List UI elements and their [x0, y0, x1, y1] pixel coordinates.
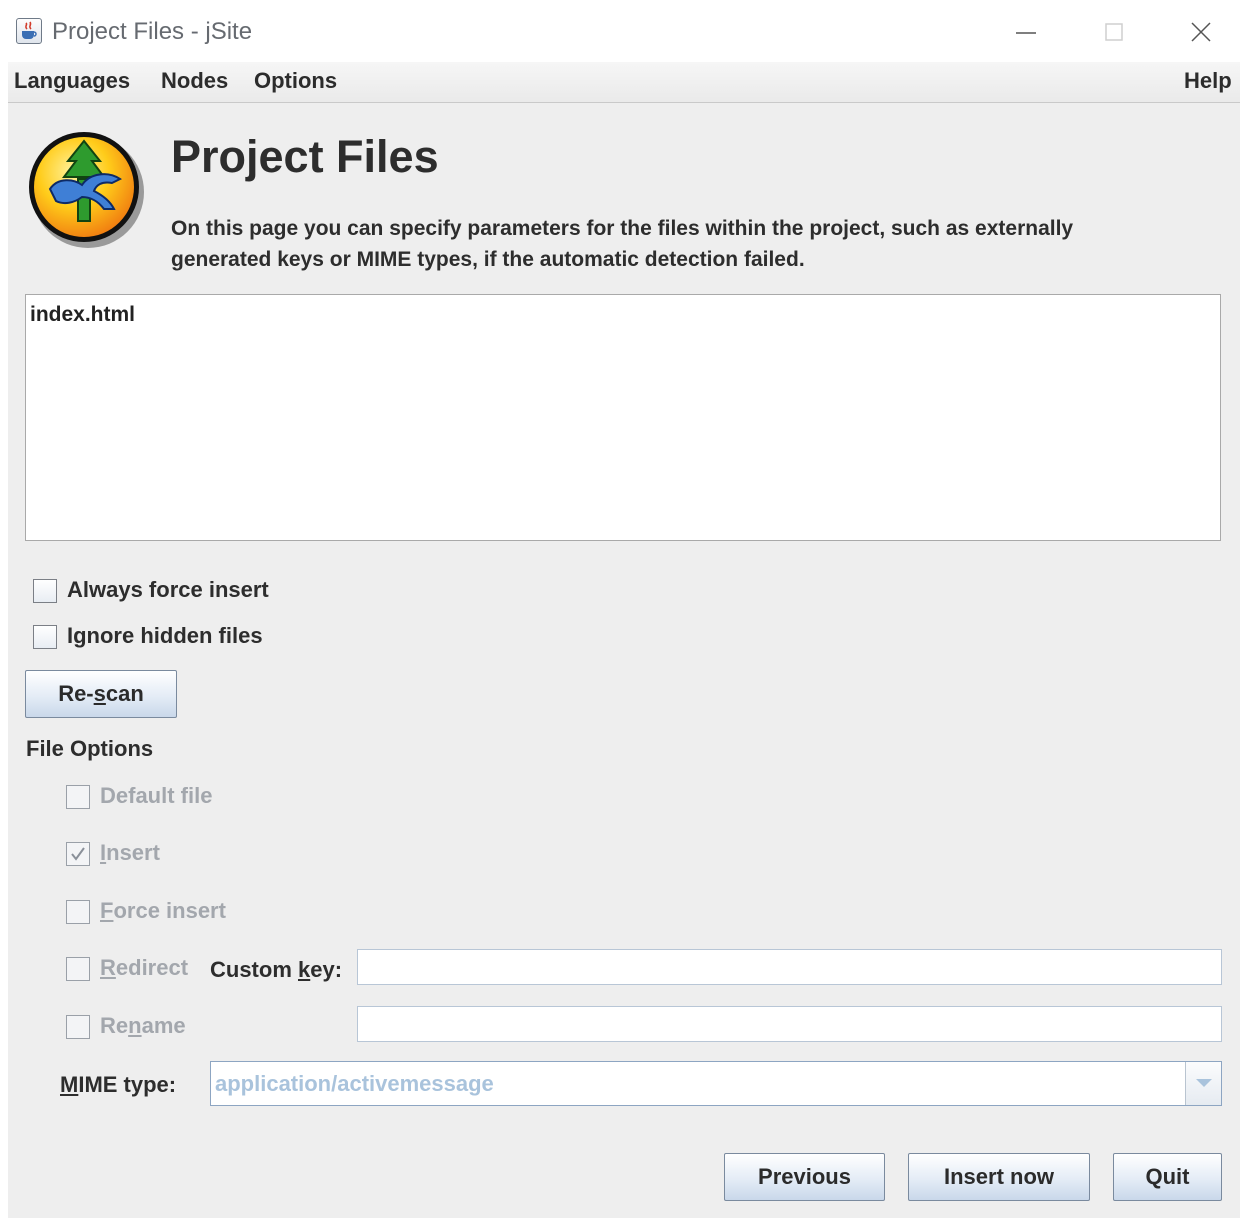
checkbox-box[interactable]: [66, 785, 90, 809]
checkbox-box[interactable]: [66, 900, 90, 924]
mime-type-label-rest: IME type:: [78, 1072, 177, 1097]
insert-label-rest: nsert: [106, 840, 160, 865]
redirect-label-mnemonic: R: [100, 955, 116, 980]
checkmark-icon: [71, 847, 85, 861]
rename-label-pre: Re: [100, 1013, 129, 1038]
mime-type-value[interactable]: application/activemessage: [215, 1071, 494, 1097]
insert-label: Insert: [100, 840, 160, 866]
java-cup-icon: [16, 18, 42, 44]
content-panel: Project Files On this page you can speci…: [8, 103, 1240, 1218]
force-insert-label: Force insert: [100, 898, 226, 924]
default-file-label: Default file: [100, 783, 213, 808]
close-button[interactable]: [1181, 16, 1221, 48]
file-list[interactable]: index.html: [25, 294, 1221, 541]
rename-label: Rename: [100, 1013, 186, 1039]
rescan-label-pre: Re-: [58, 681, 94, 706]
custom-key-input[interactable]: [357, 949, 1222, 985]
always-force-insert-checkbox[interactable]: Always force insert: [33, 577, 333, 607]
checkbox-box[interactable]: [66, 957, 90, 981]
maximize-button[interactable]: [1094, 16, 1134, 48]
chevron-down-icon: [1196, 1079, 1212, 1087]
rescan-label-mnemonic: s: [93, 681, 106, 706]
insert-checkbox[interactable]: Insert: [66, 840, 266, 870]
force-insert-checkbox[interactable]: Force insert: [66, 898, 286, 928]
jsite-logo-icon: [28, 129, 148, 254]
insert-now-button[interactable]: Insert now: [908, 1153, 1090, 1201]
default-file-checkbox[interactable]: Default file: [66, 783, 266, 813]
checkbox-box[interactable]: [33, 625, 57, 649]
rename-checkbox[interactable]: Rename: [66, 1013, 226, 1043]
menu-help[interactable]: Help: [1184, 68, 1232, 94]
quit-button[interactable]: Quit: [1113, 1153, 1222, 1201]
force-insert-label-rest: orce insert: [113, 898, 226, 923]
mime-type-dropdown-button[interactable]: [1185, 1062, 1221, 1105]
checkbox-box[interactable]: [66, 842, 90, 866]
mime-type-combobox[interactable]: application/activemessage: [210, 1061, 1222, 1106]
menu-bar: Languages Nodes Options Help: [8, 62, 1240, 103]
ignore-hidden-files-checkbox[interactable]: Ignore hidden files: [33, 623, 333, 653]
checkbox-box[interactable]: [33, 579, 57, 603]
maximize-icon: [1105, 23, 1123, 41]
minimize-icon: [1016, 32, 1036, 34]
mime-type-label-mnemonic: M: [60, 1072, 79, 1097]
always-force-insert-label: Always force insert: [67, 577, 269, 602]
minimize-button[interactable]: [1006, 16, 1046, 48]
rescan-label-post: can: [105, 681, 144, 706]
custom-key-label-post: ey:: [310, 957, 343, 982]
redirect-label: Redirect: [100, 955, 188, 981]
rename-label-post: ame: [141, 1013, 186, 1038]
previous-button[interactable]: Previous: [724, 1153, 885, 1201]
page-description: On this page you can specify parameters …: [171, 217, 1074, 271]
custom-key-label-pre: Custom: [210, 957, 298, 982]
custom-key-label-mnemonic: k: [298, 957, 311, 982]
custom-key-label: Custom key:: [210, 957, 342, 983]
menu-languages[interactable]: Languages: [14, 68, 130, 94]
checkbox-box[interactable]: [66, 1015, 90, 1039]
ignore-hidden-files-label: Ignore hidden files: [67, 623, 263, 648]
close-icon: [1191, 22, 1211, 42]
list-item[interactable]: index.html: [30, 303, 135, 327]
page-title: Project Files: [171, 131, 439, 182]
menu-options[interactable]: Options: [254, 68, 337, 94]
rescan-button[interactable]: Re-s can: [25, 670, 177, 718]
menu-nodes[interactable]: Nodes: [161, 68, 228, 94]
force-insert-label-mnemonic: F: [100, 898, 114, 923]
rename-label-mnemonic: n: [128, 1013, 142, 1038]
redirect-checkbox[interactable]: Redirect: [66, 955, 206, 985]
mime-type-label: MIME type:: [60, 1072, 176, 1098]
redirect-label-rest: edirect: [115, 955, 189, 980]
rename-input[interactable]: [357, 1006, 1222, 1042]
file-options-heading: File Options: [26, 736, 154, 761]
window-title: Project Files - jSite: [52, 18, 253, 45]
title-bar: Project Files - jSite: [0, 0, 1240, 62]
